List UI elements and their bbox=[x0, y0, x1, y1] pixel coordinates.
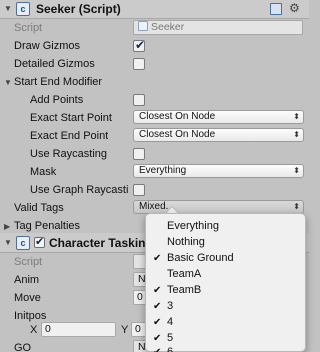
checkmark-icon: ✔ bbox=[153, 253, 162, 264]
tag-penalties-foldout-icon[interactable]: ▶ bbox=[4, 222, 10, 231]
valid-tags-label: Valid Tags bbox=[14, 202, 64, 214]
tag-penalties-label[interactable]: Tag Penalties bbox=[14, 220, 80, 232]
initpos-label: Initpos bbox=[14, 310, 47, 322]
valid-tags-dropdown[interactable]: Mixed... ⬍ bbox=[133, 200, 304, 214]
menu-item-everything[interactable]: ✔ Everything bbox=[146, 219, 305, 234]
draw-gizmos-checkbox[interactable] bbox=[133, 38, 145, 52]
seeker-header[interactable]: ▼ c Seeker (Script) ⚙ bbox=[0, 0, 309, 19]
character-tasking-foldout-arrow-icon[interactable]: ▼ bbox=[4, 238, 12, 247]
x-label: X bbox=[30, 324, 38, 336]
exact-start-point-label: Exact Start Point bbox=[30, 112, 112, 124]
gear-icon[interactable]: ⚙ bbox=[289, 1, 300, 15]
menu-item-tag-4[interactable]: ✔ 4 bbox=[146, 315, 305, 330]
detailed-gizmos-label: Detailed Gizmos bbox=[14, 58, 95, 70]
seeker-script-label: Script bbox=[14, 22, 43, 34]
menu-item-teamb[interactable]: ✔ TeamB bbox=[146, 283, 305, 298]
add-points-label: Add Points bbox=[30, 94, 84, 106]
use-raycasting-label: Use Raycasting bbox=[30, 148, 108, 160]
use-graph-raycasting-label: Use Graph Raycasti bbox=[30, 184, 129, 196]
start-end-modifier-foldout-icon[interactable]: ▼ bbox=[4, 78, 12, 87]
help-book-icon[interactable] bbox=[270, 3, 282, 15]
chevron-updown-icon: ⬍ bbox=[293, 166, 300, 175]
exact-end-point-dropdown[interactable]: Closest On Node ⬍ bbox=[133, 128, 304, 142]
initpos-x-field[interactable]: 0 bbox=[41, 322, 116, 337]
chevron-updown-icon: ⬍ bbox=[293, 130, 300, 139]
checkmark-icon: ✔ bbox=[153, 301, 162, 312]
menu-item-tag-5[interactable]: ✔ 5 bbox=[146, 331, 305, 346]
checkmark-icon: ✔ bbox=[153, 333, 162, 344]
seeker-foldout-arrow-icon[interactable]: ▼ bbox=[4, 4, 12, 13]
y-label: Y bbox=[121, 324, 129, 336]
checkmark-icon: ✔ bbox=[153, 285, 162, 296]
seeker-script-field[interactable]: Seeker bbox=[133, 20, 303, 35]
script-icon: c bbox=[16, 2, 30, 16]
exact-start-point-dropdown[interactable]: Closest On Node ⬍ bbox=[133, 110, 304, 124]
mask-dropdown[interactable]: Everything ⬍ bbox=[133, 164, 304, 178]
use-raycasting-checkbox[interactable] bbox=[133, 148, 145, 160]
script-file-icon bbox=[138, 21, 148, 31]
start-end-modifier-label[interactable]: Start End Modifier bbox=[14, 76, 102, 88]
checkmark-icon: ✔ bbox=[153, 345, 161, 352]
valid-tags-menu: ✔ Everything ✔ Nothing ✔ Basic Ground ✔ … bbox=[145, 213, 306, 352]
component-enabled-checkbox[interactable] bbox=[34, 235, 45, 248]
chevron-updown-icon: ⬍ bbox=[293, 112, 300, 121]
add-points-checkbox[interactable] bbox=[133, 94, 145, 106]
ct-script-label: Script bbox=[14, 256, 43, 268]
go-label: GO bbox=[14, 342, 32, 352]
menu-item-nothing[interactable]: ✔ Nothing bbox=[146, 235, 305, 250]
use-graph-raycasting-checkbox[interactable] bbox=[133, 184, 145, 196]
move-label: Move bbox=[14, 292, 41, 304]
character-tasking-title: Character Tasking bbox=[49, 236, 153, 250]
detailed-gizmos-checkbox[interactable] bbox=[133, 58, 145, 70]
chevron-updown-icon: ⬍ bbox=[293, 202, 300, 211]
menu-item-basic-ground[interactable]: ✔ Basic Ground bbox=[146, 251, 305, 266]
exact-end-point-label: Exact End Point bbox=[30, 130, 109, 142]
seeker-title: Seeker (Script) bbox=[36, 2, 121, 16]
menu-item-tag-3[interactable]: ✔ 3 bbox=[146, 299, 305, 314]
checkmark-icon: ✔ bbox=[153, 317, 162, 328]
script-icon: c bbox=[16, 236, 30, 250]
anim-label: Anim bbox=[14, 274, 40, 286]
menu-item-tag-6[interactable]: ✔ 6 bbox=[146, 345, 305, 352]
draw-gizmos-label: Draw Gizmos bbox=[14, 40, 81, 52]
menu-item-teama[interactable]: ✔ TeamA bbox=[146, 267, 305, 282]
mask-label: Mask bbox=[30, 166, 57, 178]
